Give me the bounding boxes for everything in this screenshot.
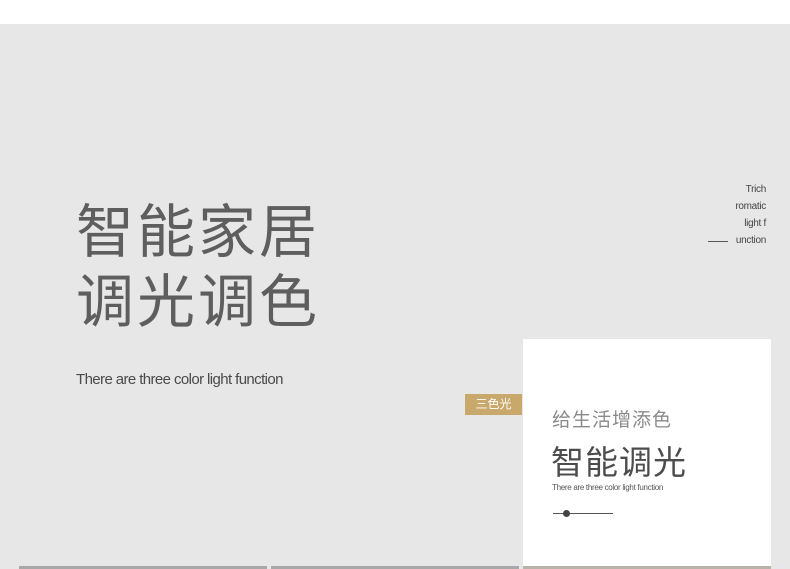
card-title: 智能调光	[551, 443, 687, 482]
card-text: There are three color light function	[552, 483, 664, 492]
side-divider	[708, 241, 728, 242]
hero-subtitle: There are three color light function	[76, 371, 283, 388]
slider-handle[interactable]	[563, 510, 570, 517]
side-caption-line2: romatic	[735, 201, 766, 212]
hero-title-line2: 调光调色	[76, 268, 321, 336]
card-subtitle: 给生活增添色	[552, 409, 673, 431]
side-caption-line1: Trich	[745, 184, 767, 195]
side-caption-line3: light f	[744, 218, 766, 229]
side-caption: Trich romatic light f unction	[696, 181, 766, 249]
feature-card[interactable]: 给生活增添色 智能调光 There are three color light …	[523, 339, 771, 569]
dimmer-slider[interactable]	[553, 510, 613, 517]
hero-title: 智能家居 调光调色	[76, 197, 320, 337]
tricolor-tag[interactable]: 三色光	[465, 394, 522, 415]
hero-title-line1: 智能家居	[76, 198, 321, 266]
side-caption-line4: unction	[735, 235, 766, 246]
slider-track[interactable]	[553, 513, 613, 514]
